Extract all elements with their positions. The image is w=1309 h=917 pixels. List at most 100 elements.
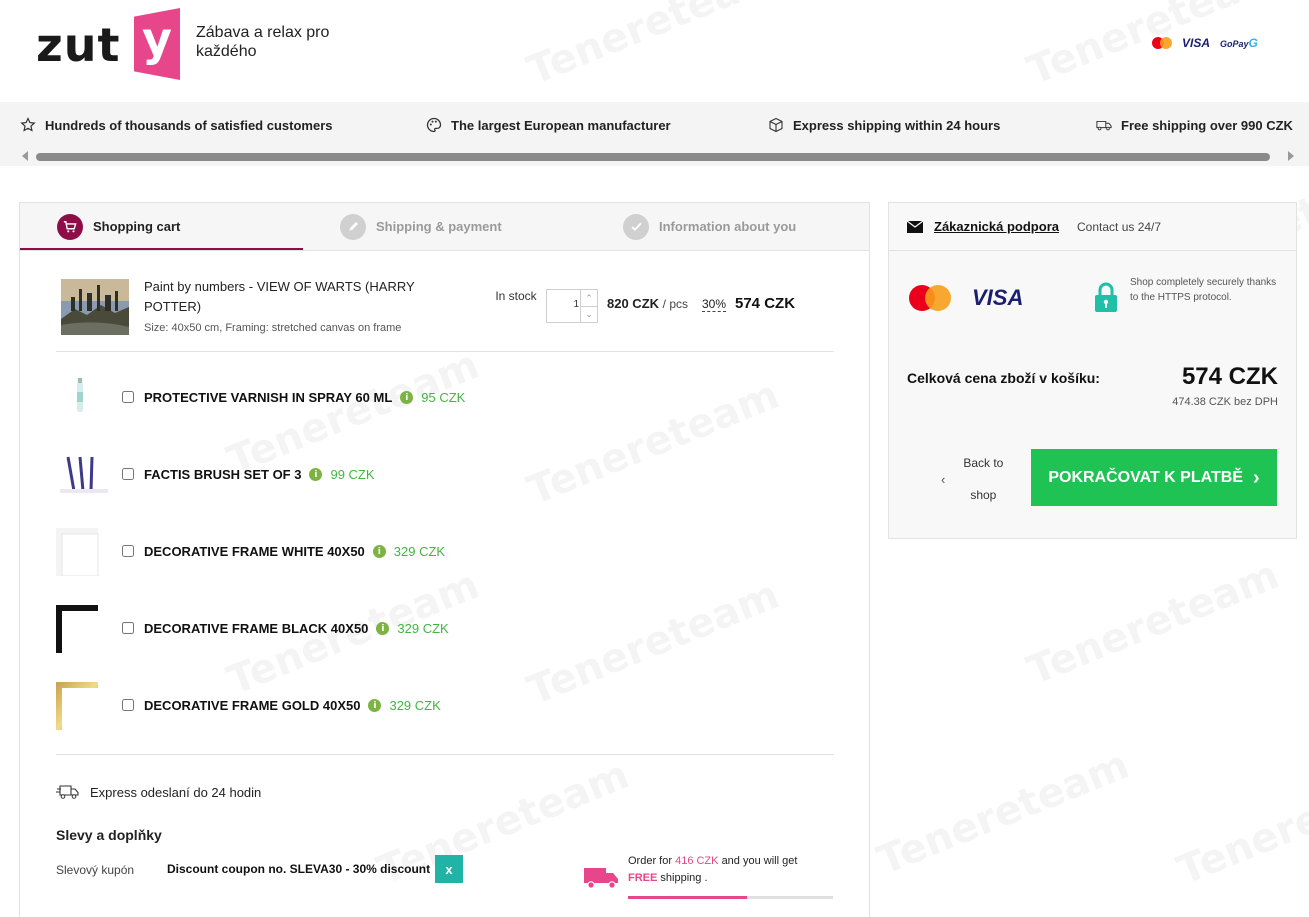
logo-y-mark: y [134, 8, 180, 80]
back-to-shop-link[interactable]: ‹ Back to shop [941, 449, 1029, 509]
addon-name: DECORATIVE FRAME BLACK 40X50 i 329 CZK [144, 621, 449, 636]
addon-row: DECORATIVE FRAME WHITE 40X50 i 329 CZK [56, 528, 556, 578]
addon-name: FACTIS BRUSH SET OF 3 i 99 CZK [144, 467, 375, 482]
support-subtext: Contact us 24/7 [1077, 220, 1162, 234]
stock-status: In stock [495, 289, 537, 303]
visa-logo: VISA [972, 285, 1024, 310]
addon-row: PROTECTIVE VARNISH IN SPRAY 60 ML i 95 C… [56, 374, 556, 424]
addon-price: 95 CZK [421, 390, 466, 405]
addon-checkbox[interactable] [122, 468, 134, 480]
step-shopping-cart[interactable]: Shopping cart [57, 203, 180, 250]
visa-logo: VISA [1182, 36, 1211, 50]
tagline: Zábava a relax pro každého [196, 24, 330, 60]
lock-icon [1095, 282, 1117, 312]
back-label: Back to shop [963, 456, 1004, 502]
info-icon[interactable]: i [309, 468, 323, 481]
section-divider [56, 754, 834, 755]
header-payment-logos: VISA GoPayG [1152, 36, 1258, 50]
free-shipping-bar [628, 896, 833, 899]
cart-panel: Shopping cart Shipping & payment Informa… [19, 202, 870, 917]
scroll-right-arrow[interactable] [1288, 151, 1294, 161]
step-shipping-payment[interactable]: Shipping & payment [340, 203, 502, 250]
product-name[interactable]: Paint by numbers - VIEW OF WARTS (HARRY … [144, 277, 464, 317]
unit-suffix: / pcs [662, 297, 688, 311]
truck-icon [56, 785, 79, 799]
continue-to-payment-button[interactable]: POKRAČOVAT K PLATBĚ › [1031, 449, 1277, 506]
addon-row: FACTIS BRUSH SET OF 3 i 99 CZK [56, 451, 556, 501]
step-label: Shipping & payment [376, 219, 502, 234]
info-icon[interactable]: i [400, 391, 414, 404]
addon-checkbox[interactable] [122, 545, 134, 557]
cart-item: Paint by numbers - VIEW OF WARTS (HARRY … [56, 271, 834, 352]
scrollbar-thumb[interactable] [36, 153, 1270, 161]
feature-label: The largest European manufacturer [451, 117, 671, 133]
watermark: Tenereteam [1171, 752, 1309, 894]
addon-image-frame-gold [56, 682, 102, 730]
remove-coupon-button[interactable]: x [435, 855, 463, 883]
envelope-icon [907, 221, 923, 233]
feature-free-shipping: Free shipping over 990 CZK [1096, 117, 1293, 133]
truck-icon [1096, 120, 1112, 131]
feature-customers: Hundreds of thousands of satisfied custo… [20, 117, 333, 133]
info-icon[interactable]: i [368, 699, 382, 712]
unit-price-value: 820 CZK [607, 296, 660, 311]
step-information[interactable]: Information about you [623, 203, 796, 250]
info-icon[interactable]: i [372, 545, 386, 558]
scroll-left-arrow[interactable] [22, 151, 28, 161]
addon-row: DECORATIVE FRAME GOLD 40X50 i 329 CZK [56, 682, 556, 732]
mastercard-icon [909, 285, 953, 311]
watermark: Tenereteam [871, 742, 1135, 884]
discounts-title: Slevy a doplňky [56, 827, 162, 843]
total-value: 574 CZK [1181, 363, 1278, 390]
coupon-value: Discount coupon no. SLEVA30 - 30% discou… [167, 862, 431, 876]
addon-image-brushes [56, 451, 108, 499]
quantity-value[interactable]: 1 [549, 299, 579, 310]
box-icon [769, 117, 783, 133]
palette-icon [426, 117, 442, 133]
addon-image-frame-white [56, 528, 102, 577]
customer-support-link[interactable]: Zákaznická podpora [934, 219, 1059, 234]
addon-name-text: PROTECTIVE VARNISH IN SPRAY 60 ML [144, 390, 393, 405]
chevron-up-icon[interactable]: ⌃ [581, 290, 597, 306]
step-label: Shopping cart [93, 219, 181, 234]
addon-checkbox[interactable] [122, 391, 134, 403]
zuty-logo[interactable]: zut y [36, 8, 186, 82]
fs-amount: 416 CZK [675, 855, 719, 867]
logo-text: zut [36, 18, 121, 72]
addon-name-text: FACTIS BRUSH SET OF 3 [144, 467, 302, 482]
addon-checkbox[interactable] [122, 699, 134, 711]
addon-price: 329 CZK [393, 544, 446, 559]
secure-text: Shop completely securely thanks to the H… [1130, 277, 1277, 303]
chevron-right-icon: › [1253, 466, 1260, 489]
check-icon [623, 213, 649, 240]
unit-price: 820 CZK / pcs [607, 296, 688, 311]
free-shipping-progress: Order for 416 CZK and you will get FREE … [583, 853, 843, 903]
quantity-stepper[interactable]: 1 ⌃ ⌄ [546, 289, 598, 323]
fs-free: FREE [628, 872, 658, 884]
free-shipping-text: Order for 416 CZK and you will get FREE … [628, 853, 828, 887]
addon-checkbox[interactable] [122, 622, 134, 634]
product-thumbnail[interactable] [61, 279, 129, 335]
addon-row: DECORATIVE FRAME BLACK 40X50 i 329 CZK [56, 605, 556, 655]
fs-prefix: Order for [628, 855, 673, 867]
addon-price: 99 CZK [330, 467, 375, 482]
discount-badge[interactable]: 30% [702, 297, 727, 312]
addon-price: 329 CZK [389, 698, 441, 713]
line-total: 574 CZK [735, 295, 796, 312]
addon-name-text: DECORATIVE FRAME GOLD 40X50 [144, 698, 361, 713]
step-label: Information about you [659, 219, 797, 234]
product-meta: Size: 40x50 cm, Framing: stretched canva… [144, 322, 402, 334]
fs-middle: and you will get [721, 855, 798, 867]
pencil-icon [340, 213, 366, 240]
features-scrollbar[interactable] [20, 149, 1296, 163]
feature-label: Express shipping within 24 hours [793, 117, 1001, 133]
delivery-truck-icon [584, 868, 618, 889]
summary-panel: Zákaznická podpora Contact us 24/7 VISA … [888, 202, 1297, 539]
watermark: Tenereteam [1021, 552, 1285, 694]
addon-name: PROTECTIVE VARNISH IN SPRAY 60 ML i 95 C… [144, 390, 465, 405]
chevron-down-icon[interactable]: ⌄ [581, 306, 597, 322]
info-icon[interactable]: i [376, 622, 390, 635]
total-without-vat: 474.38 CZK bez DPH [1172, 396, 1278, 408]
addon-price: 329 CZK [397, 621, 449, 636]
star-icon [20, 117, 36, 132]
